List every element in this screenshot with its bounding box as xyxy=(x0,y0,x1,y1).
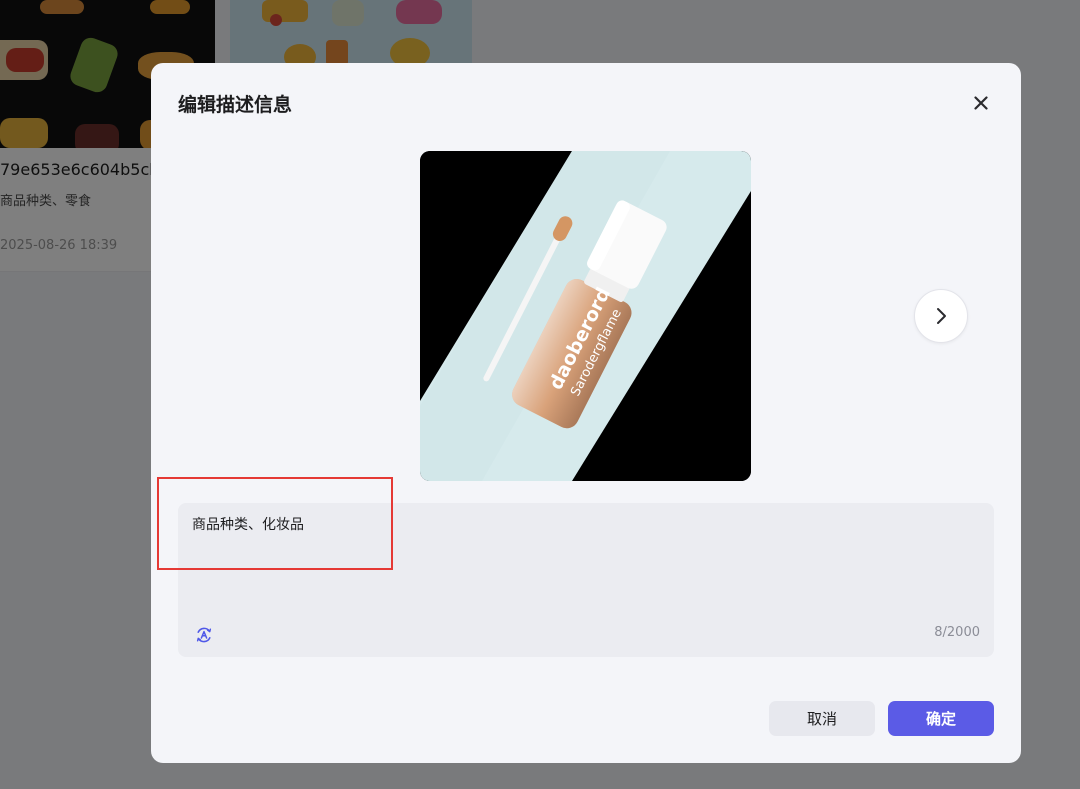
character-counter: 8/2000 xyxy=(934,625,980,640)
ai-rewrite-icon[interactable] xyxy=(195,626,213,644)
confirm-button[interactable]: 确定 xyxy=(888,701,994,736)
annotation-highlight-box xyxy=(157,477,393,570)
product-image-preview: daoberord Sarodergflame xyxy=(420,151,751,481)
chevron-right-icon xyxy=(937,308,946,324)
next-image-button[interactable] xyxy=(914,289,968,343)
close-button[interactable] xyxy=(967,91,995,115)
cancel-button[interactable]: 取消 xyxy=(769,701,875,736)
close-icon xyxy=(974,96,988,110)
edit-description-dialog: 编辑描述信息 daoberord Sarodergflame 商品种类、化妆品 … xyxy=(151,63,1021,763)
dialog-title: 编辑描述信息 xyxy=(178,94,293,116)
